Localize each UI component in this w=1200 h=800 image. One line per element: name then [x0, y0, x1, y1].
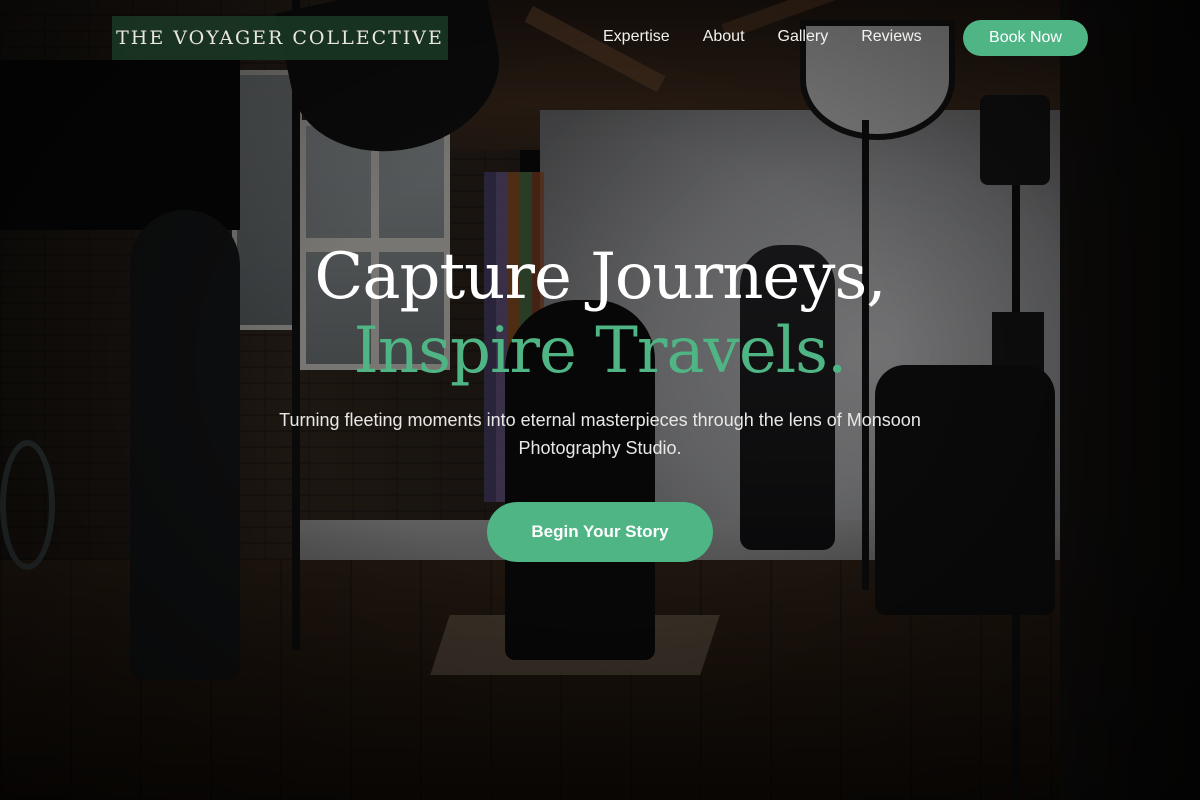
hero-title-line-2: Inspire Travels.: [353, 314, 848, 388]
begin-your-story-button[interactable]: Begin Your Story: [487, 502, 713, 562]
hero-section: Capture Journeys, Inspire Travels. Turni…: [0, 0, 1200, 800]
hero-subtitle: Turning fleeting moments into eternal ma…: [279, 410, 921, 458]
